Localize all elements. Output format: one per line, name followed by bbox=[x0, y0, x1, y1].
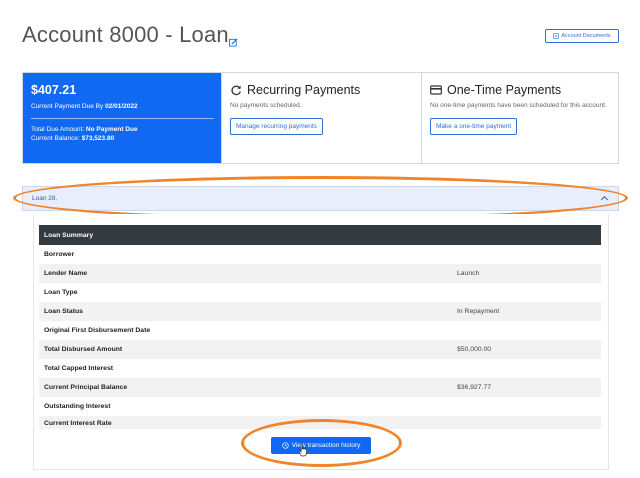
payment-due-panel: $407.21 Current Payment Due By 02/01/202… bbox=[23, 73, 221, 163]
row-label: Original First Disbursement Date bbox=[44, 327, 151, 334]
one-time-payments-panel: One-Time Payments No one-time payments h… bbox=[421, 73, 618, 163]
recurring-title-text: Recurring Payments bbox=[247, 83, 361, 97]
total-due-label: Total Due Amount: bbox=[31, 126, 86, 133]
table-row: Loan Type bbox=[39, 283, 601, 302]
row-label: Current Interest Rate bbox=[44, 420, 112, 427]
table-row: Outstanding Interest bbox=[39, 397, 601, 416]
row-label: Total Capped Interest bbox=[44, 365, 113, 372]
row-label: Loan Type bbox=[44, 289, 78, 296]
row-value: Launch bbox=[457, 270, 480, 277]
table-row: Total Capped Interest bbox=[39, 359, 601, 378]
row-value: $50,000.00 bbox=[457, 346, 492, 353]
recurring-status-text: No payments scheduled. bbox=[230, 102, 302, 109]
table-row: Current Principal Balance $36,927.77 bbox=[39, 378, 601, 397]
table-row: Lender Name Launch bbox=[39, 264, 601, 283]
credit-card-icon bbox=[430, 85, 442, 95]
row-label: Loan Status bbox=[44, 308, 83, 315]
row-label: Current Principal Balance bbox=[44, 384, 128, 391]
edit-icon[interactable] bbox=[229, 34, 238, 47]
table-row: Loan Status In Repayment bbox=[39, 302, 601, 321]
due-date-label: Current Payment Due By bbox=[31, 103, 106, 110]
payment-due-date-line: Current Payment Due By 02/01/2022 bbox=[31, 103, 213, 110]
table-row: Original First Disbursement Date bbox=[39, 321, 601, 340]
row-label: Total Disbursed Amount bbox=[44, 346, 123, 353]
row-label: Outstanding Interest bbox=[44, 403, 111, 410]
document-icon bbox=[553, 33, 560, 39]
one-time-title-text: One-Time Payments bbox=[447, 83, 562, 97]
balance-line: Current Balance: $73,523.80 bbox=[31, 135, 213, 142]
recurring-payments-title: Recurring Payments bbox=[230, 83, 413, 97]
total-due-value: No Payment Due bbox=[85, 126, 138, 133]
table-row: Borrower bbox=[39, 245, 601, 264]
recurring-payments-panel: Recurring Payments No payments scheduled… bbox=[221, 73, 421, 163]
due-divider bbox=[31, 118, 214, 119]
row-label: Borrower bbox=[44, 251, 75, 258]
account-documents-label: Account Documents bbox=[561, 33, 611, 39]
table-row: Total Disbursed Amount $50,000.00 bbox=[39, 340, 601, 359]
total-due-line: Total Due Amount: No Payment Due bbox=[31, 126, 213, 133]
row-label: Lender Name bbox=[44, 270, 88, 277]
refresh-icon bbox=[231, 85, 241, 96]
payment-panels: $407.21 Current Payment Due By 02/01/202… bbox=[22, 72, 619, 164]
balance-label: Current Balance: bbox=[31, 135, 82, 142]
account-documents-button[interactable]: Account Documents bbox=[545, 29, 619, 43]
due-date-value: 02/01/2022 bbox=[105, 103, 138, 110]
highlight-oval-history-button bbox=[241, 419, 402, 467]
manage-recurring-button[interactable]: Manage recurring payments bbox=[230, 118, 323, 136]
make-one-time-payment-button[interactable]: Make a one-time payment bbox=[430, 118, 518, 136]
one-time-status-text: No one-time payments have been scheduled… bbox=[430, 102, 607, 109]
row-value: In Repayment bbox=[457, 308, 500, 315]
page-title: Account 8000 - Loan bbox=[22, 22, 229, 47]
loan-summary-heading: Loan Summary bbox=[39, 225, 601, 245]
balance-value: $73,523.80 bbox=[81, 135, 115, 142]
loan-summary-table: Loan Summary Borrower Lender Name Launch … bbox=[39, 225, 601, 429]
row-value: $36,927.77 bbox=[457, 384, 492, 391]
one-time-payments-title: One-Time Payments bbox=[430, 83, 610, 97]
payment-due-amount: $407.21 bbox=[31, 83, 77, 97]
